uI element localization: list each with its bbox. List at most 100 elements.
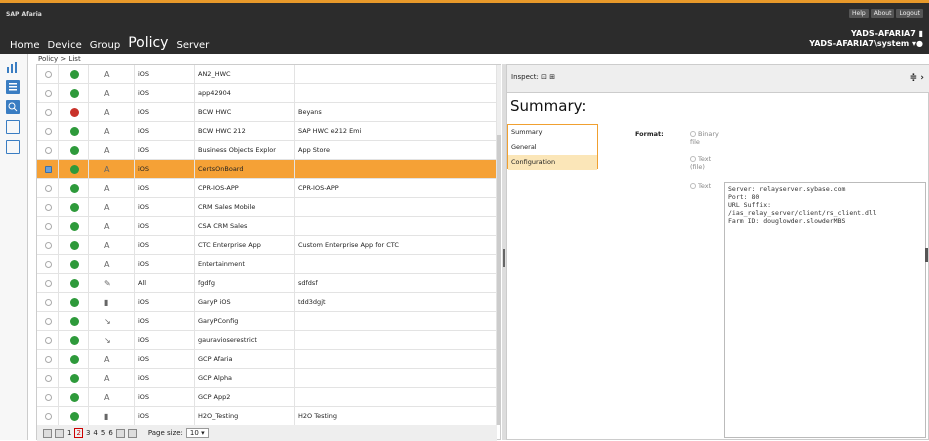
nav-device[interactable]: Device: [48, 40, 82, 51]
page-2[interactable]: 2: [74, 428, 83, 438]
row-checkbox[interactable]: [45, 412, 52, 420]
table-row[interactable]: AiOS CRM Sales Mobile: [37, 198, 497, 217]
inspect-label: Inspect: ⊡ ⊞: [511, 73, 556, 81]
list-icon[interactable]: [6, 80, 20, 94]
row-checkbox[interactable]: [45, 108, 52, 116]
type-cell: A: [89, 65, 135, 84]
row-checkbox[interactable]: [45, 241, 52, 249]
row-checkbox[interactable]: [45, 70, 52, 78]
table-row[interactable]: AiOS AN2_HWC: [37, 65, 497, 84]
inspect-icon[interactable]: [6, 100, 20, 114]
summary-title: Summary:: [510, 97, 587, 115]
policy-type-icon: A: [104, 222, 110, 231]
policy-type-icon: ↘: [104, 317, 111, 326]
first-page-button[interactable]: [43, 428, 52, 438]
check-icon: [70, 392, 79, 402]
row-check-cell: [37, 369, 59, 388]
logout-link[interactable]: Logout: [896, 9, 923, 18]
chart-icon[interactable]: [6, 60, 20, 74]
format-text-radio[interactable]: Text: [690, 182, 711, 190]
check-icon: [70, 69, 79, 79]
row-checkbox[interactable]: [45, 279, 52, 287]
table-row[interactable]: AiOS CTC Enterprise App Custom Enterprise …: [37, 236, 497, 255]
table-row[interactable]: AiOS BCW HWC 212 SAP HWC e212 Emi: [37, 122, 497, 141]
row-check-cell: [37, 236, 59, 255]
scroll-thumb[interactable]: [497, 135, 501, 425]
table-row[interactable]: AiOS CPR-IOS-APP CPR-IOS-APP: [37, 179, 497, 198]
row-checkbox[interactable]: [45, 165, 52, 173]
page-3[interactable]: 3: [86, 429, 90, 437]
inspect-tool-icon-2[interactable]: ⊞: [549, 73, 555, 81]
policy-name: fgdfg: [195, 274, 295, 293]
last-page-button[interactable]: [127, 428, 137, 438]
row-checkbox[interactable]: [45, 393, 52, 401]
table-row[interactable]: AiOS Entertainment: [37, 255, 497, 274]
table-row[interactable]: AiOS GCP Alpha: [37, 369, 497, 388]
row-checkbox[interactable]: [45, 336, 52, 344]
table-row[interactable]: AiOS Business Objects Explor App Store: [37, 141, 497, 160]
page-6[interactable]: 6: [108, 429, 112, 437]
table-row[interactable]: AiOS GCP Afaria: [37, 350, 497, 369]
config-output[interactable]: Server: relayserver.sybase.com Port: 80 …: [724, 182, 926, 438]
row-checkbox[interactable]: [45, 203, 52, 211]
next-page-button[interactable]: [115, 428, 125, 438]
row-checkbox[interactable]: [45, 146, 52, 154]
check-icon: [70, 88, 79, 98]
nav-server[interactable]: Server: [176, 40, 209, 51]
splitter-handle[interactable]: [503, 249, 505, 267]
menu-item-configuration[interactable]: Configuration: [508, 155, 597, 170]
page-5[interactable]: 5: [101, 429, 105, 437]
policy-type-icon: A: [104, 241, 110, 250]
row-checkbox[interactable]: [45, 222, 52, 230]
table-row[interactable]: ✎ All fgdfg sdfdsf: [37, 274, 497, 293]
row-checkbox[interactable]: [45, 260, 52, 268]
status-cell: [59, 388, 89, 407]
table-row[interactable]: AiOS app42904: [37, 84, 497, 103]
nav-home[interactable]: Home: [10, 40, 40, 51]
type-cell: A: [89, 141, 135, 160]
row-checkbox[interactable]: [45, 127, 52, 135]
policy-description: SAP HWC e212 Emi: [295, 122, 497, 141]
format-binary-radio[interactable]: Binary file: [690, 130, 720, 146]
inspect-tool-icon[interactable]: ⊡: [541, 73, 547, 81]
row-checkbox[interactable]: [45, 317, 52, 325]
table-row[interactable]: ↘ iOS gauravioserestrict: [37, 331, 497, 350]
type-cell: A: [89, 122, 135, 141]
row-checkbox[interactable]: [45, 374, 52, 382]
type-cell: A: [89, 236, 135, 255]
panel-controls[interactable]: ≑ ›: [910, 73, 924, 83]
table-row[interactable]: ▮ iOS GaryP iOS tdd3dgjt: [37, 293, 497, 312]
server-name: YADS-AFARIA7 ▮: [851, 29, 923, 38]
copy-icon[interactable]: [6, 120, 20, 134]
row-checkbox[interactable]: [45, 298, 52, 306]
table-row[interactable]: ▮ iOS H2O_Testing H2O Testing: [37, 407, 497, 426]
menu-item-general[interactable]: General: [508, 140, 597, 155]
page-4[interactable]: 4: [93, 429, 97, 437]
policy-name: CRM Sales Mobile: [195, 198, 295, 217]
nav-group[interactable]: Group: [90, 40, 120, 51]
vertical-scrollbar[interactable]: [497, 65, 501, 425]
help-link[interactable]: Help: [849, 9, 869, 18]
format-text-file-radio[interactable]: Text (file): [690, 155, 720, 171]
nav-policy[interactable]: Policy: [128, 35, 168, 51]
table-row[interactable]: AiOS CSA CRM Sales: [37, 217, 497, 236]
inspect-toolbar: Inspect: ⊡ ⊞ ≑ ›: [507, 65, 929, 93]
row-checkbox[interactable]: [45, 184, 52, 192]
report-icon[interactable]: [6, 140, 20, 154]
about-link[interactable]: About: [870, 9, 895, 18]
table-row[interactable]: AiOS GCP App2: [37, 388, 497, 407]
row-checkbox[interactable]: [45, 89, 52, 97]
page-1[interactable]: 1: [67, 429, 71, 437]
menu-item-summary[interactable]: Summary: [508, 125, 597, 140]
policy-list-panel: AiOS AN2_HWC AiOS app42904 AiOS BCW HWC Beyans…: [36, 64, 501, 441]
page-size-select[interactable]: 10 ▾: [185, 428, 209, 438]
window-edge-handle[interactable]: [925, 248, 928, 262]
table-row[interactable]: AiOS BCW HWC Beyans: [37, 103, 497, 122]
row-checkbox[interactable]: [45, 355, 52, 363]
table-row[interactable]: AiOS CertsOnBoard: [37, 160, 497, 179]
status-cell: [59, 369, 89, 388]
status-cell: [59, 141, 89, 160]
prev-page-button[interactable]: [55, 428, 64, 438]
table-row[interactable]: ↘ iOS GaryPConfig: [37, 312, 497, 331]
user-name[interactable]: YADS-AFARIA7\system ▾●: [809, 39, 923, 49]
